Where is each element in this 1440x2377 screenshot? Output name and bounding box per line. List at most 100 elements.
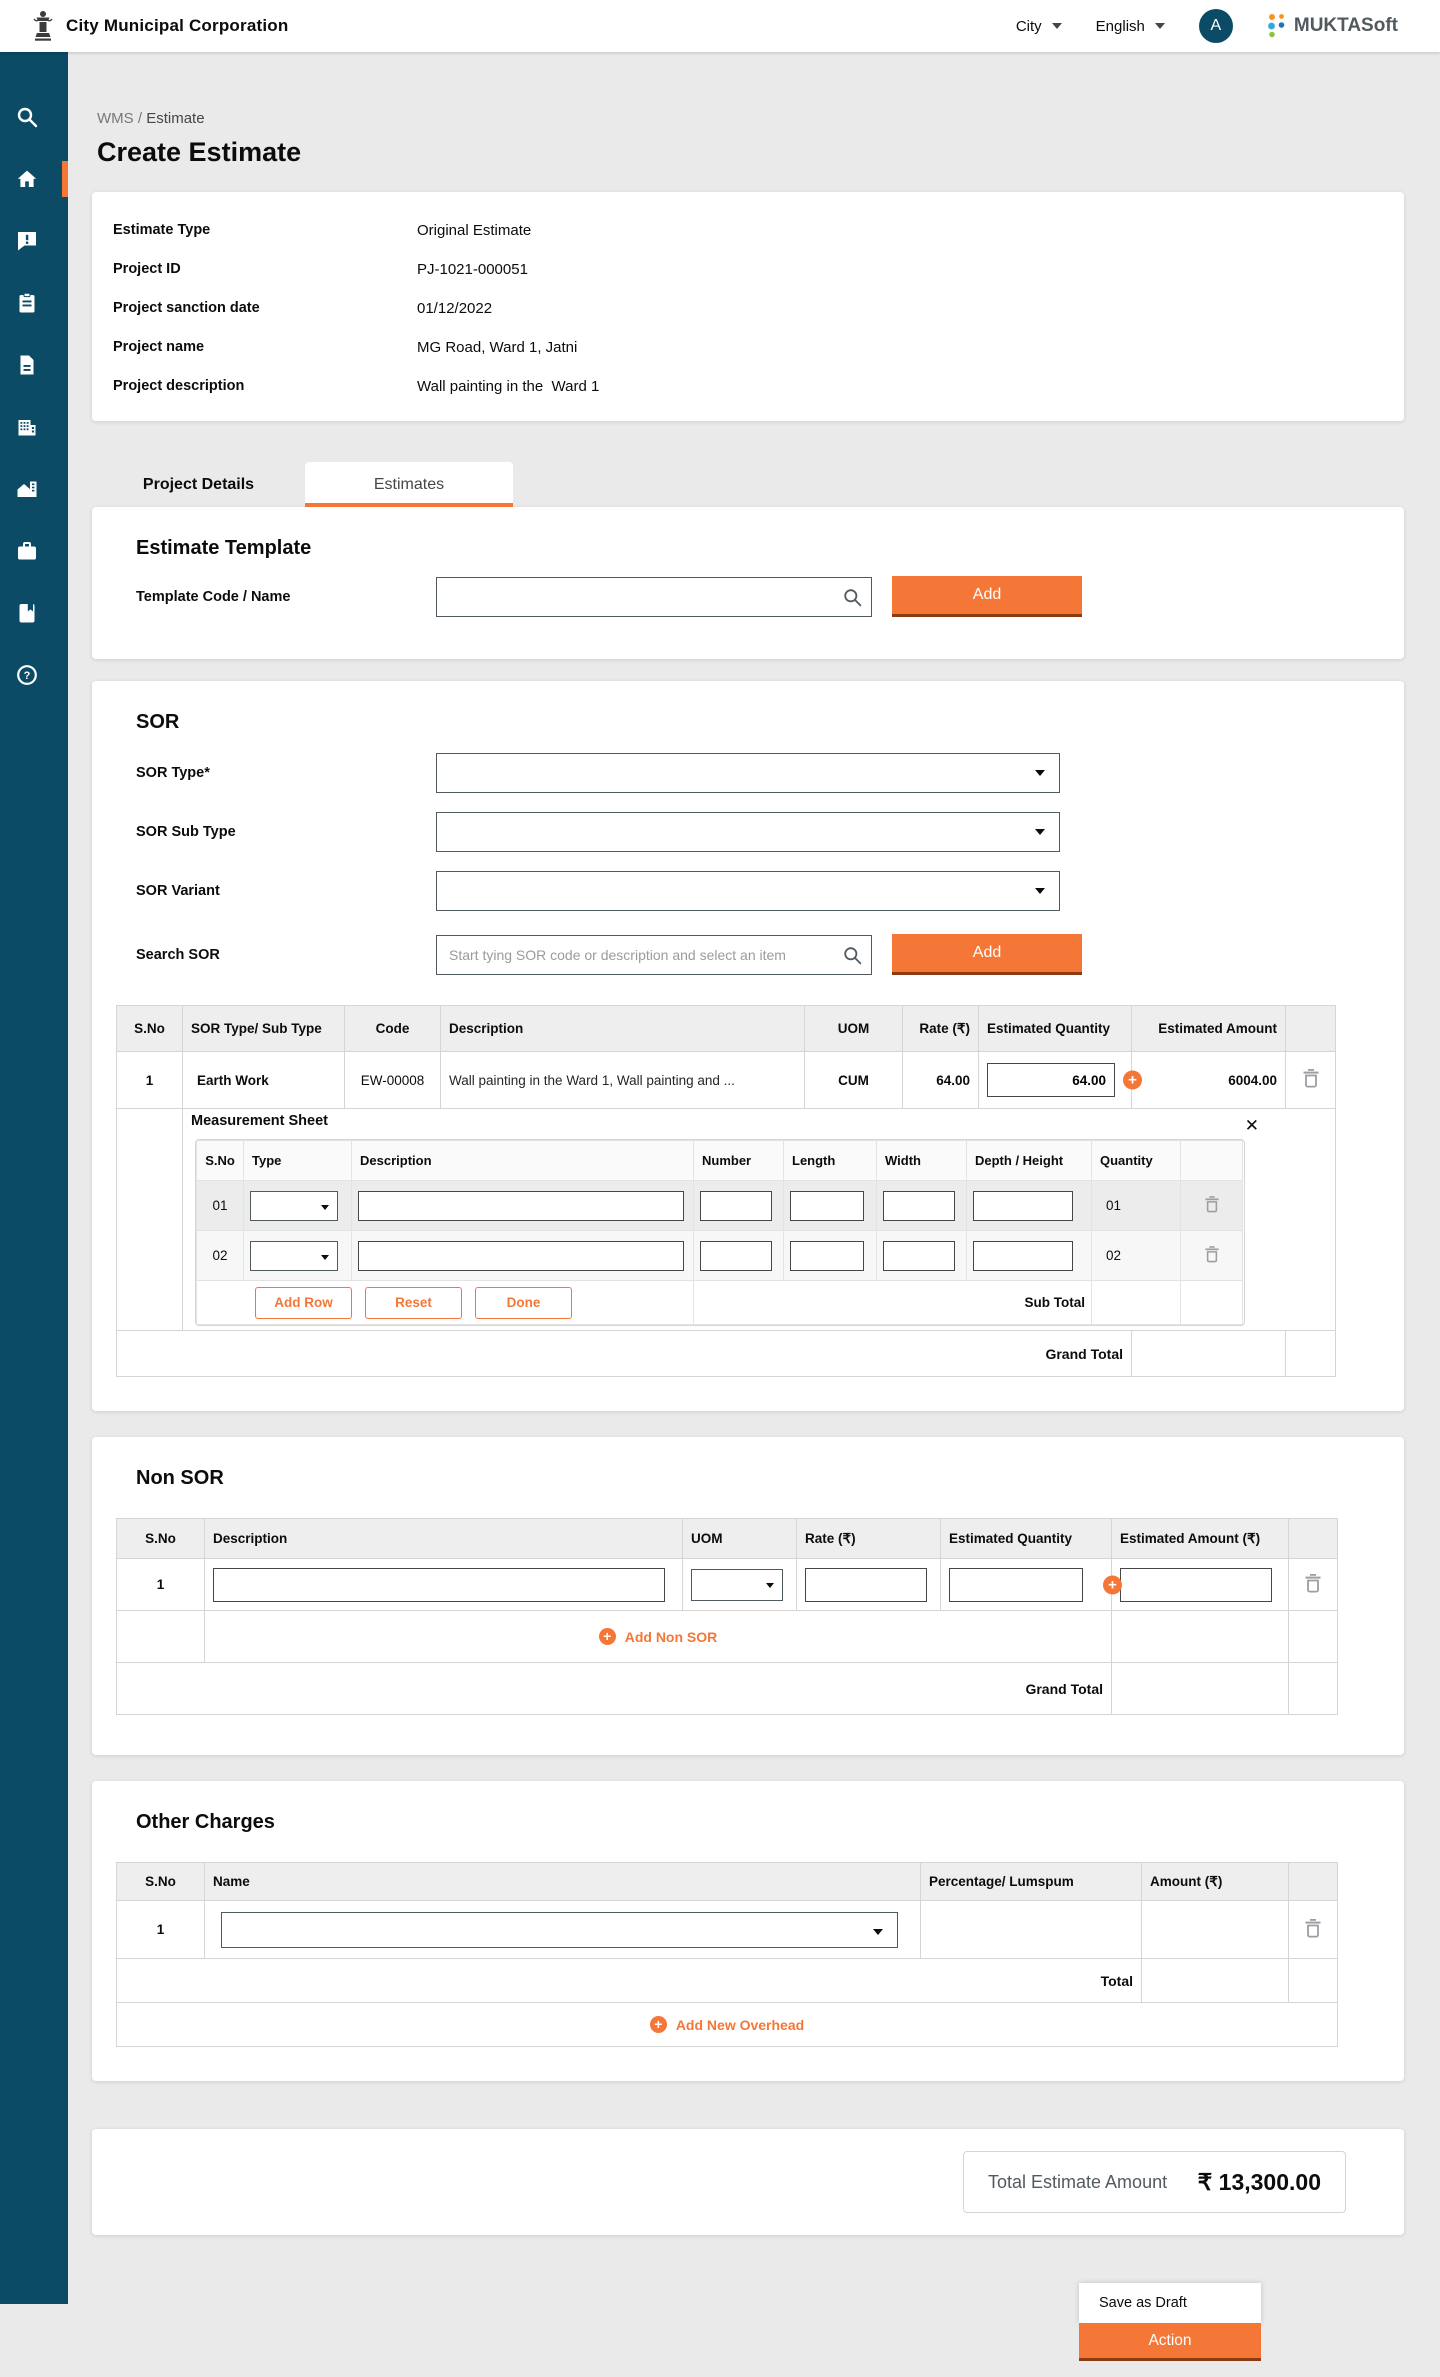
- sidebar-item-search[interactable]: [0, 86, 68, 148]
- action-button[interactable]: Action: [1079, 2323, 1261, 2361]
- project-row: Estimate Type Original Estimate: [113, 222, 1404, 239]
- add-new-overhead-button[interactable]: + Add New Overhead: [650, 2016, 804, 2033]
- measurement-depth-input[interactable]: [973, 1191, 1073, 1221]
- field-value: MG Road, Ward 1, Jatni: [417, 339, 577, 356]
- delete-row-button[interactable]: [1203, 1244, 1221, 1268]
- trash-icon: [1305, 1574, 1321, 1593]
- overhead-name-select[interactable]: [221, 1912, 898, 1948]
- total-estimate-amount: ₹ 13,300.00: [1198, 2169, 1321, 2196]
- sor-search-input[interactable]: [437, 936, 871, 974]
- close-icon[interactable]: ✕: [1239, 1115, 1265, 1137]
- sor-grand-total-row: Grand Total: [117, 1331, 1336, 1377]
- type-cell: [244, 1181, 352, 1231]
- sub-total-label: Sub Total: [694, 1281, 1092, 1325]
- sor-sub-type-select[interactable]: [436, 812, 1060, 852]
- measurement-length-input[interactable]: [790, 1191, 864, 1221]
- avatar-letter: A: [1211, 17, 1222, 35]
- sidebar-item-projects[interactable]: [0, 458, 68, 520]
- add-measurement-icon[interactable]: +: [1123, 1071, 1142, 1090]
- column-header: S.No: [117, 1519, 205, 1559]
- briefcase-icon: [15, 539, 39, 563]
- sidebar-item-organisation[interactable]: [0, 396, 68, 458]
- tab-project-details[interactable]: Project Details: [92, 462, 305, 507]
- user-avatar[interactable]: A: [1199, 9, 1233, 43]
- sidebar-item-home[interactable]: [0, 148, 68, 210]
- column-header: Description: [441, 1006, 805, 1052]
- amount-cell: [1142, 1901, 1289, 1959]
- add-measurement-icon[interactable]: +: [1103, 1575, 1122, 1594]
- plus-icon: +: [650, 2016, 667, 2033]
- measurement-width-input[interactable]: [883, 1241, 955, 1271]
- template-add-button[interactable]: Add: [892, 576, 1082, 617]
- field-label: Project sanction date: [113, 300, 417, 317]
- bookmark-icon: [15, 601, 39, 625]
- tab-estimates[interactable]: Estimates: [305, 462, 513, 507]
- template-code-label: Template Code / Name: [136, 589, 436, 605]
- chevron-down-icon: [1155, 23, 1165, 29]
- delete-row-button[interactable]: [1303, 1572, 1323, 1598]
- sidebar-item-help[interactable]: ?: [0, 644, 68, 706]
- measurement-sheet-row: Measurement Sheet ✕ S.No: [117, 1109, 1336, 1331]
- estimate-template-heading: Estimate Template: [136, 537, 1404, 560]
- template-search-input[interactable]: [437, 578, 871, 616]
- sor-type-select[interactable]: [436, 753, 1060, 793]
- non-sor-rate-input[interactable]: [805, 1568, 927, 1602]
- column-header: Length: [784, 1141, 877, 1181]
- sidebar-item-works[interactable]: [0, 520, 68, 582]
- chevron-down-icon: [1035, 770, 1045, 776]
- non-sor-quantity-input[interactable]: [949, 1568, 1083, 1602]
- sidebar-item-checklist[interactable]: [0, 272, 68, 334]
- measurement-number-input[interactable]: [700, 1241, 772, 1271]
- column-header: Estimated Quantity: [979, 1006, 1132, 1052]
- trash-icon: [1205, 1196, 1219, 1213]
- city-dropdown[interactable]: City: [1016, 18, 1062, 35]
- language-dropdown[interactable]: English: [1096, 18, 1165, 35]
- total-value: [1142, 1959, 1289, 2003]
- search-icon: [843, 588, 862, 612]
- non-sor-uom-select[interactable]: [691, 1569, 783, 1601]
- other-charges-total-row: Total: [117, 1959, 1338, 2003]
- estimated-quantity-input[interactable]: [987, 1063, 1115, 1097]
- measurement-description-input[interactable]: [358, 1241, 684, 1271]
- sor-add-button[interactable]: Add: [892, 934, 1082, 975]
- measurement-width-input[interactable]: [883, 1191, 955, 1221]
- measurement-description-input[interactable]: [358, 1191, 684, 1221]
- sidebar-item-documents[interactable]: [0, 334, 68, 396]
- column-header: Quantity: [1092, 1141, 1181, 1181]
- chevron-down-icon: [321, 1255, 329, 1260]
- quantity-cell: 02: [1092, 1231, 1181, 1281]
- other-charges-table: S.No Name Percentage/ Lumspum Amount (₹)…: [116, 1862, 1338, 2047]
- add-non-sor-button[interactable]: + Add Non SOR: [599, 1628, 718, 1645]
- measurement-table: S.No Type Description Number Length Widt…: [196, 1140, 1243, 1325]
- measurement-length-input[interactable]: [790, 1241, 864, 1271]
- measurement-type-select[interactable]: [250, 1191, 338, 1221]
- row-actions-cell: [1181, 1181, 1243, 1231]
- non-sor-grand-total-row: Grand Total: [117, 1663, 1338, 1715]
- measurement-type-select[interactable]: [250, 1241, 338, 1271]
- non-sor-amount-input[interactable]: [1120, 1568, 1272, 1602]
- delete-row-button[interactable]: [1303, 1917, 1323, 1943]
- add-row-button[interactable]: Add Row: [255, 1287, 352, 1319]
- measurement-number-input[interactable]: [700, 1191, 772, 1221]
- grand-total-value: [1132, 1331, 1286, 1377]
- done-button[interactable]: Done: [475, 1287, 572, 1319]
- estimated-amount-cell: 6004.00: [1132, 1052, 1286, 1109]
- row-actions-cell: [1289, 1559, 1338, 1611]
- sidebar-item-grievance[interactable]: [0, 210, 68, 272]
- measurement-depth-input[interactable]: [973, 1241, 1073, 1271]
- total-label: Total: [117, 1959, 1142, 2003]
- non-sor-description-input[interactable]: [213, 1568, 665, 1602]
- breadcrumb-root[interactable]: WMS: [97, 110, 134, 127]
- trash-icon: [1205, 1246, 1219, 1263]
- breadcrumb: WMS / Estimate: [97, 110, 1440, 127]
- delete-row-button[interactable]: [1301, 1067, 1321, 1093]
- sidebar-item-masters[interactable]: [0, 582, 68, 644]
- save-as-draft-menu-item[interactable]: Save as Draft: [1079, 2283, 1261, 2323]
- column-header: Description: [205, 1519, 683, 1559]
- delete-row-button[interactable]: [1203, 1194, 1221, 1218]
- row-actions-cell: [1286, 1052, 1336, 1109]
- sor-variant-select[interactable]: [436, 871, 1060, 911]
- other-charges-card: Other Charges S.No Name Percentage/ Lums…: [92, 1781, 1404, 2081]
- reset-button[interactable]: Reset: [365, 1287, 462, 1319]
- main-content: WMS / Estimate Create Estimate Estimate …: [68, 0, 1440, 2235]
